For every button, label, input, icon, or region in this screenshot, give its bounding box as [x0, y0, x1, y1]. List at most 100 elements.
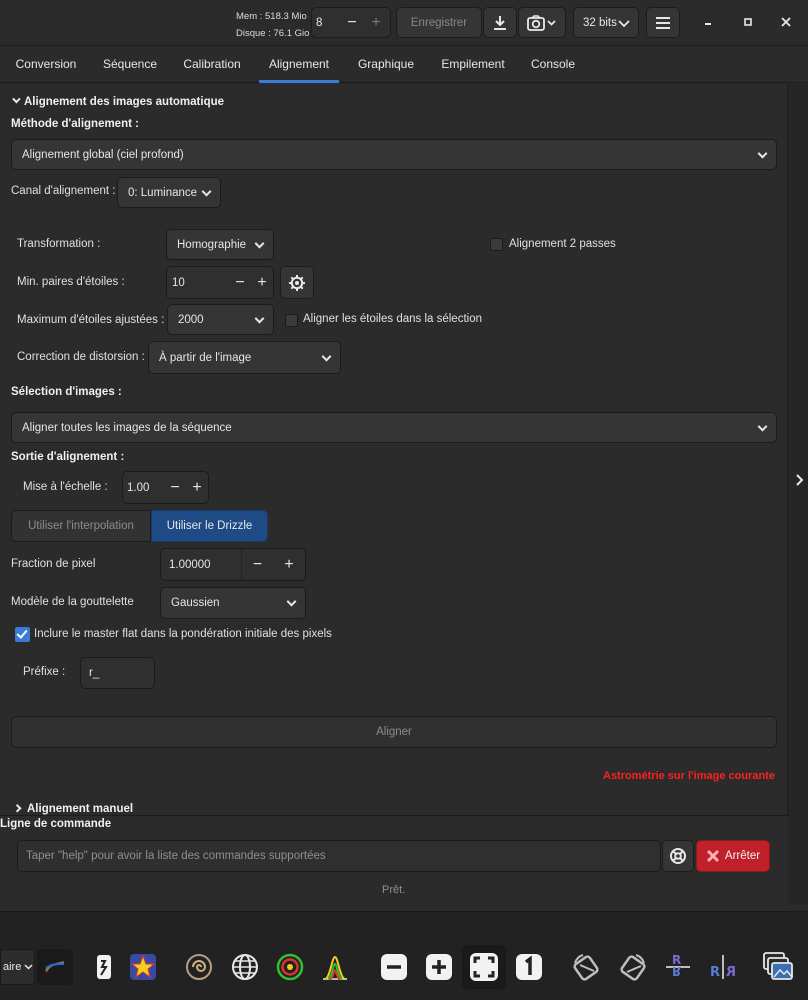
star-icon [130, 954, 156, 980]
psf-button[interactable] [272, 949, 308, 985]
platesolve-button[interactable] [227, 949, 263, 985]
auto-registration-expander[interactable]: Alignement des images automatique [12, 94, 225, 108]
threads-spin[interactable]: 8 − + [311, 7, 391, 38]
rotate-right-button[interactable] [614, 949, 650, 985]
max-stars-dropdown[interactable]: 2000 [167, 304, 274, 335]
svg-text:R: R [672, 964, 681, 978]
command-input[interactable]: Taper "help" pour avoir la liste des com… [17, 840, 661, 872]
min-pairs-value[interactable]: 10 [167, 277, 229, 289]
auto-registration-title: Alignement des images automatique [24, 96, 225, 108]
star-finder-button[interactable] [125, 949, 161, 985]
chevron-down-icon [286, 596, 297, 607]
plus-icon[interactable]: + [364, 14, 388, 32]
scale-label: Mise à l'échelle : [23, 481, 108, 493]
command-help-button[interactable] [662, 840, 694, 872]
image-gallery-button[interactable] [760, 949, 796, 985]
minus-icon[interactable]: − [164, 472, 186, 503]
lifebuoy-icon [670, 848, 686, 864]
close-button[interactable] [778, 14, 794, 30]
chevron-down-icon [321, 351, 332, 362]
method-value: Alignement global (ciel profond) [22, 148, 184, 161]
method-label: Méthode d'alignement : [11, 118, 139, 130]
zoom-out-button[interactable] [376, 949, 412, 985]
chevron-down-icon [757, 421, 768, 432]
pixel-fraction-spin[interactable]: 1.00000 − + [160, 548, 306, 581]
channel-dropdown[interactable]: 0: Luminance [117, 177, 221, 208]
transformation-dropdown[interactable]: Homographie [166, 229, 274, 260]
maximize-button[interactable] [740, 14, 756, 30]
chevron-right-icon [796, 474, 804, 486]
mirror-x-button[interactable]: RR [660, 949, 696, 985]
prefix-input[interactable]: r_ [80, 657, 155, 689]
manual-registration-expander[interactable]: Alignement manuel [13, 803, 133, 815]
pixel-fraction-label: Fraction de pixel [11, 558, 96, 570]
histogram-button[interactable] [317, 949, 353, 985]
minimize-button[interactable] [700, 14, 716, 30]
distortion-label: Correction de distorsion : [17, 351, 145, 363]
astrometry-link[interactable]: Astrométrie sur l'image courante [603, 770, 775, 782]
main-menu-button[interactable] [646, 7, 680, 38]
tab-bar: Conversion Séquence Calibration Aligneme… [0, 47, 808, 83]
tab-registration[interactable]: Alignement [259, 47, 339, 83]
bit-depth-dropdown[interactable]: 32 bits [573, 7, 639, 38]
master-flat-checkbox[interactable] [15, 627, 30, 642]
align-selection-checkbox[interactable] [285, 314, 298, 327]
min-pairs-settings-button[interactable] [280, 266, 314, 299]
minus-icon[interactable]: − [229, 267, 251, 298]
scale-value[interactable]: 1.00 [123, 482, 164, 494]
plus-icon[interactable]: + [251, 267, 273, 298]
zoom-fit-button[interactable] [462, 945, 506, 989]
tab-console[interactable]: Console [523, 47, 583, 83]
galaxy-button[interactable] [181, 949, 217, 985]
chevron-down-icon [201, 186, 212, 197]
photometry-button[interactable] [86, 949, 122, 985]
pixel-fraction-value[interactable]: 1.00000 [161, 559, 241, 571]
plus-icon[interactable]: + [273, 549, 305, 580]
two-pass-checkbox[interactable] [490, 238, 503, 251]
chevron-down-icon [757, 148, 768, 159]
mirror-y-button[interactable]: RR [705, 949, 741, 985]
zoom-one-icon [516, 954, 542, 980]
kernel-dropdown[interactable]: Gaussien [160, 587, 306, 619]
image-selection-value: Aligner toutes les images de la séquence [22, 421, 232, 434]
zoom-in-button[interactable] [421, 949, 457, 985]
tab-calibration[interactable]: Calibration [174, 47, 250, 83]
zoom-in-icon [426, 954, 452, 980]
minus-icon[interactable]: − [241, 549, 273, 580]
interpolation-toggle[interactable]: Utiliser l'interpolation [11, 510, 151, 542]
color-saturation-button[interactable] [37, 949, 73, 985]
zoom-100-button[interactable] [511, 949, 547, 985]
export-button[interactable] [483, 7, 517, 38]
display-mode-dropdown[interactable]: aire [0, 949, 35, 985]
target-icon [276, 953, 304, 981]
photometry-icon [97, 955, 111, 979]
tab-conversion[interactable]: Conversion [8, 47, 84, 83]
snapshot-button[interactable] [518, 7, 566, 38]
tab-sequence[interactable]: Séquence [94, 47, 166, 83]
drizzle-toggle[interactable]: Utiliser le Drizzle [151, 510, 268, 542]
memory-usage: Mem : 518.3 Mio [236, 11, 307, 22]
rotate-left-icon [573, 954, 599, 981]
plus-icon[interactable]: + [186, 472, 208, 503]
tab-plot[interactable]: Graphique [350, 47, 422, 83]
image-selection-label: Sélection d'images : [11, 386, 122, 398]
scale-spin[interactable]: 1.00 − + [122, 471, 209, 504]
minus-icon[interactable]: − [340, 14, 364, 32]
tab-stacking[interactable]: Empilement [433, 47, 513, 83]
stop-button[interactable]: Arrêter [696, 840, 770, 872]
save-button[interactable]: Enregistrer [396, 7, 482, 38]
stop-label: Arrêter [724, 850, 761, 862]
max-stars-value: 2000 [178, 313, 204, 326]
method-dropdown[interactable]: Alignement global (ciel profond) [11, 139, 777, 170]
min-pairs-spin[interactable]: 10 − + [166, 266, 274, 299]
align-button[interactable]: Aligner [11, 716, 777, 748]
distortion-dropdown[interactable]: À partir de l'image [148, 341, 341, 374]
gear-icon [289, 274, 305, 291]
prefix-label: Préfixe : [23, 666, 66, 678]
fit-screen-icon [470, 953, 498, 981]
image-selection-dropdown[interactable]: Aligner toutes les images de la séquence [11, 412, 777, 443]
channel-value: 0: Luminance [128, 186, 198, 199]
rotate-left-button[interactable] [569, 949, 605, 985]
svg-text:R: R [710, 965, 720, 980]
expand-panel-button[interactable] [793, 472, 807, 488]
